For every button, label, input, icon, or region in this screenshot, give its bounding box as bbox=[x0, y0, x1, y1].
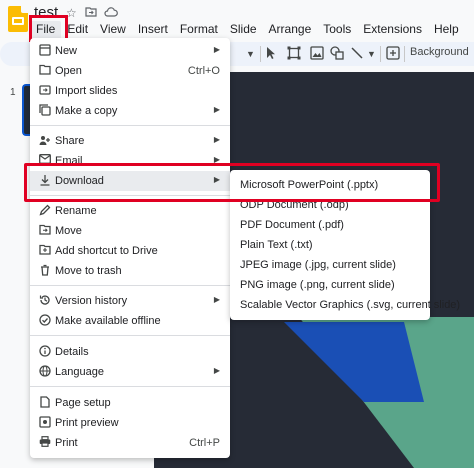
menu-item-language[interactable]: Language ▶ bbox=[30, 362, 230, 382]
submenu-arrow-icon: ▶ bbox=[213, 295, 220, 304]
download-svg[interactable]: Scalable Vector Graphics (.svg, current … bbox=[230, 295, 460, 315]
move-folder-icon[interactable] bbox=[85, 6, 97, 20]
offline-icon bbox=[38, 314, 52, 328]
menu-help[interactable]: Help bbox=[428, 21, 465, 39]
page-icon bbox=[38, 396, 52, 410]
menu-item-move[interactable]: Move bbox=[30, 221, 230, 241]
download-row-highlight bbox=[24, 163, 440, 202]
dropdown-arrow-icon[interactable]: ▼ bbox=[246, 49, 255, 59]
trash-icon bbox=[38, 264, 52, 278]
slides-logo[interactable] bbox=[8, 6, 28, 32]
menu-insert[interactable]: Insert bbox=[132, 21, 174, 39]
menu-divider bbox=[30, 285, 230, 286]
line-icon[interactable] bbox=[350, 46, 364, 63]
select-cursor-icon[interactable] bbox=[266, 46, 276, 63]
download-jpg[interactable]: JPEG image (.jpg, current slide) bbox=[230, 255, 430, 275]
line-dropdown-icon[interactable]: ▼ bbox=[367, 49, 376, 59]
menu-divider bbox=[30, 335, 230, 336]
preview-icon bbox=[38, 416, 52, 430]
add-comment-icon[interactable] bbox=[386, 46, 400, 63]
shape-icon[interactable] bbox=[330, 46, 344, 63]
background-button[interactable]: Background bbox=[410, 46, 469, 58]
folder-icon bbox=[38, 64, 52, 78]
menu-item-print[interactable]: Print Ctrl+P bbox=[30, 433, 230, 453]
file-menu: New ▶ Open Ctrl+O Import slides Make a c… bbox=[30, 38, 230, 458]
info-icon bbox=[38, 345, 52, 359]
menu-item-available-offline[interactable]: Make available offline bbox=[30, 311, 230, 331]
toolbar-divider bbox=[404, 46, 405, 62]
menu-arrange[interactable]: Arrange bbox=[263, 21, 318, 39]
menu-item-move-to-trash[interactable]: Move to trash bbox=[30, 261, 230, 281]
menu-view[interactable]: View bbox=[94, 21, 132, 39]
toolbar-divider bbox=[380, 46, 381, 62]
pencil-icon bbox=[38, 204, 52, 218]
menu-item-new[interactable]: New ▶ bbox=[30, 41, 230, 61]
printer-icon bbox=[38, 436, 52, 450]
cloud-status-icon[interactable] bbox=[104, 6, 118, 20]
menu-divider bbox=[30, 386, 230, 387]
import-icon bbox=[38, 84, 52, 98]
download-txt[interactable]: Plain Text (.txt) bbox=[230, 235, 430, 255]
drive-shortcut-icon bbox=[38, 244, 52, 258]
menu-bar: File Edit View Insert Format Slide Arran… bbox=[30, 21, 465, 39]
menu-extensions[interactable]: Extensions bbox=[357, 21, 428, 39]
download-pdf[interactable]: PDF Document (.pdf) bbox=[230, 215, 430, 235]
menu-divider bbox=[30, 125, 230, 126]
menu-slide[interactable]: Slide bbox=[224, 21, 263, 39]
globe-icon bbox=[38, 365, 52, 379]
copy-icon bbox=[38, 104, 52, 118]
submenu-arrow-icon: ▶ bbox=[213, 105, 220, 114]
submenu-arrow-icon: ▶ bbox=[213, 135, 220, 144]
new-icon bbox=[38, 44, 52, 58]
menu-item-import-slides[interactable]: Import slides bbox=[30, 81, 230, 101]
menu-item-share[interactable]: Share ▶ bbox=[30, 131, 230, 151]
submenu-arrow-icon: ▶ bbox=[213, 366, 220, 375]
menu-item-make-a-copy[interactable]: Make a copy ▶ bbox=[30, 101, 230, 121]
download-png[interactable]: PNG image (.png, current slide) bbox=[230, 275, 430, 295]
history-icon bbox=[38, 294, 52, 308]
frame-select-icon[interactable] bbox=[287, 46, 301, 63]
toolbar-divider bbox=[260, 46, 261, 62]
menu-tools[interactable]: Tools bbox=[317, 21, 357, 39]
slide-number: 1 bbox=[10, 87, 16, 98]
share-icon bbox=[38, 134, 52, 148]
submenu-arrow-icon: ▶ bbox=[213, 45, 220, 54]
move-folder-icon bbox=[38, 224, 52, 238]
slides-logo-mark bbox=[12, 17, 24, 25]
menu-item-version-history[interactable]: Version history ▶ bbox=[30, 291, 230, 311]
menu-item-rename[interactable]: Rename bbox=[30, 201, 230, 221]
menu-item-print-preview[interactable]: Print preview bbox=[30, 413, 230, 433]
menu-item-add-shortcut[interactable]: Add shortcut to Drive bbox=[30, 241, 230, 261]
menu-item-open[interactable]: Open Ctrl+O bbox=[30, 61, 230, 81]
menu-item-page-setup[interactable]: Page setup bbox=[30, 393, 230, 413]
menu-item-details[interactable]: Details bbox=[30, 342, 230, 362]
image-icon[interactable] bbox=[310, 46, 324, 63]
slide-blue-shape bbox=[284, 322, 424, 402]
menu-format[interactable]: Format bbox=[174, 21, 224, 39]
